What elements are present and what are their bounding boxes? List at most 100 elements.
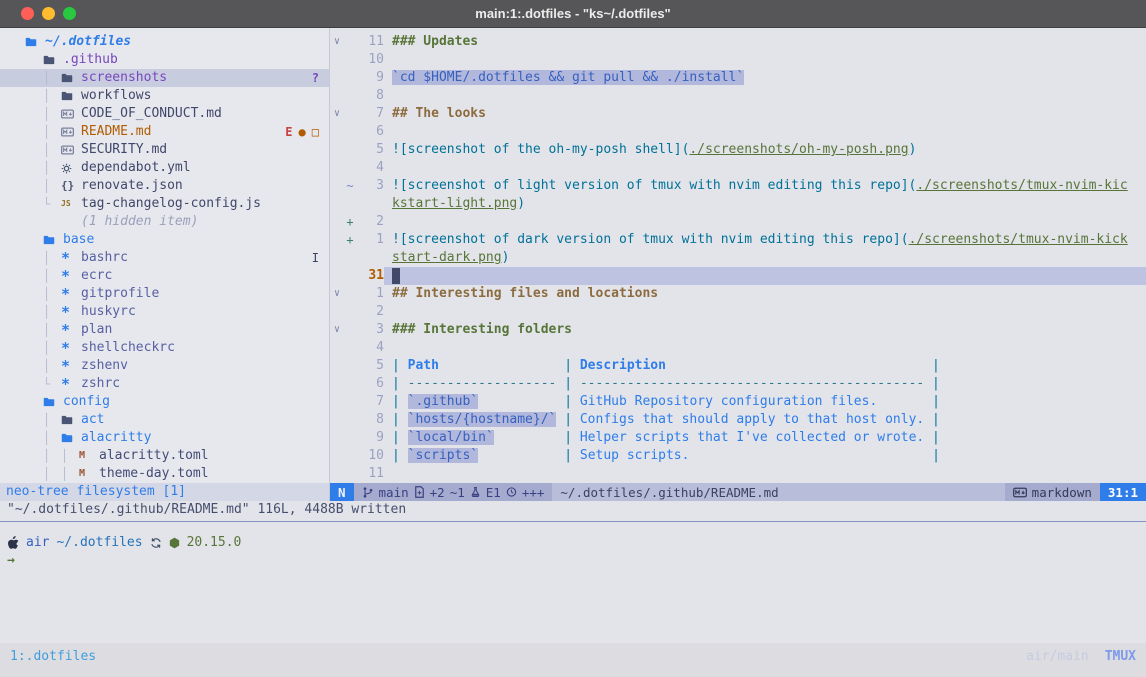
editor-line[interactable]: 5| Path | Description | (330, 357, 1146, 375)
tree-guide: │ (43, 141, 61, 159)
line-number: 8 (356, 411, 384, 429)
editor-line-text: | `.github` | GitHub Repository configur… (384, 393, 1146, 411)
tree-item[interactable]: │*shellcheckrc (0, 339, 329, 357)
editor-line[interactable]: 8 (330, 87, 1146, 105)
git-sign-column (344, 321, 356, 339)
tree-item[interactable]: │alacritty (0, 429, 329, 447)
editor-line-text: | `hosts/{hostname}/` | Configs that sho… (384, 411, 1146, 429)
tree-guide: │ (61, 465, 79, 483)
tree-guide: └ (43, 195, 61, 213)
git-sign-column: + (344, 231, 356, 249)
tree-item[interactable]: │*bashrcI (0, 249, 329, 267)
editor-line[interactable]: ~3![screenshot of light version of tmux … (330, 177, 1146, 195)
tree-item-label: base (63, 231, 94, 249)
markdown-file-icon (61, 127, 77, 137)
markdown-file-icon (61, 109, 77, 119)
editor-line[interactable]: 11 (330, 465, 1146, 483)
editor-line-text: ### Interesting folders (384, 321, 1146, 339)
editor-buffer[interactable]: ∨11### Updates109`cd $HOME/.dotfiles && … (330, 28, 1146, 483)
tree-item-label: bashrc (81, 249, 128, 267)
tree-item[interactable]: │workflows (0, 87, 329, 105)
tree-item[interactable]: └*zshrc (0, 375, 329, 393)
tree-item[interactable]: ││Malacritty.toml (0, 447, 329, 465)
titlebar: main:1:.dotfiles - "ks~/.dotfiles" (0, 0, 1146, 28)
tree-item[interactable]: │*zshenv (0, 357, 329, 375)
shell-pane[interactable]: air ~/.dotfiles 20.15.0 → (0, 524, 1146, 643)
tree-item[interactable]: │*gitprofile (0, 285, 329, 303)
editor-line[interactable]: 6 (330, 123, 1146, 141)
editor-line[interactable]: 8| `hosts/{hostname}/` | Configs that sh… (330, 411, 1146, 429)
editor-line[interactable]: 4 (330, 339, 1146, 357)
fold-chevron-icon[interactable]: ∨ (330, 33, 344, 51)
tree-item[interactable]: │CODE_OF_CONDUCT.md (0, 105, 329, 123)
text-segment: Configs that should apply to that host o… (580, 412, 924, 427)
close-button[interactable] (21, 7, 34, 20)
editor-line[interactable]: 6| ------------------- | ---------------… (330, 375, 1146, 393)
tmux-window-tab[interactable]: 1:.dotfiles (10, 649, 96, 664)
line-number: 8 (356, 87, 384, 105)
editor-line[interactable]: 10 (330, 51, 1146, 69)
folder-closed-icon (61, 73, 77, 83)
editor-line[interactable]: 4 (330, 159, 1146, 177)
tree-item[interactable]: │act (0, 411, 329, 429)
text-segment: | (556, 412, 579, 427)
editor-line[interactable]: 9`cd $HOME/.dotfiles && git pull && ./in… (330, 69, 1146, 87)
editor-line[interactable]: 10| `scripts` | Setup scripts. | (330, 447, 1146, 465)
editor-line[interactable]: +2 (330, 213, 1146, 231)
tree-item[interactable]: config (0, 393, 329, 411)
js-icon: JS (61, 195, 77, 213)
text-segment (666, 358, 924, 373)
editor-line[interactable]: ∨3### Interesting folders (330, 321, 1146, 339)
prompt-arrow: → (7, 552, 1146, 570)
tree-item[interactable]: │README.mdE●□ (0, 123, 329, 141)
git-sign-column: + (344, 213, 356, 231)
editor-line-text (384, 51, 1146, 69)
minimize-button[interactable] (42, 7, 55, 20)
text-segment: ### Updates (392, 34, 478, 49)
git-sign-column (344, 447, 356, 465)
tree-item[interactable]: │{}renovate.json (0, 177, 329, 195)
tree-item[interactable]: ~/.dotfiles (0, 33, 329, 51)
node-icon (169, 537, 180, 549)
tree-guide: │ (43, 357, 61, 375)
text-segment: | (924, 376, 940, 391)
statusline: N main +2 ~1 E1 +++ ~/.dotfiles/.github/… (330, 483, 1146, 501)
tmux-label: TMUX (1105, 649, 1136, 664)
line-number: 7 (356, 105, 384, 123)
prompt-cwd: ~/.dotfiles (56, 534, 142, 552)
editor-line[interactable]: 7| `.github` | GitHub Repository configu… (330, 393, 1146, 411)
line-number: 4 (356, 159, 384, 177)
text-segment: ) (502, 250, 510, 265)
tree-item[interactable]: │SECURITY.md (0, 141, 329, 159)
tree-item[interactable]: .github (0, 51, 329, 69)
text-segment (494, 430, 557, 445)
editor-line[interactable]: kstart-light.png) (330, 195, 1146, 213)
status-badge: ● (299, 123, 306, 141)
editor-line[interactable]: ∨11### Updates (330, 33, 1146, 51)
editor-line[interactable]: start-dark.png) (330, 249, 1146, 267)
text-segment: | (924, 394, 940, 409)
fold-chevron-icon[interactable]: ∨ (330, 105, 344, 123)
editor-line[interactable]: ∨1## Interesting files and locations (330, 285, 1146, 303)
tree-item[interactable]: │*plan (0, 321, 329, 339)
tree-item[interactable]: │*ecrc (0, 267, 329, 285)
tree-item[interactable]: │dependabot.yml (0, 159, 329, 177)
tree-item[interactable]: base (0, 231, 329, 249)
tree-item[interactable]: └JStag-changelog-config.js (0, 195, 329, 213)
tree-item[interactable]: (1 hidden item) (0, 213, 329, 231)
editor-line[interactable]: 9| `local/bin` | Helper scripts that I'v… (330, 429, 1146, 447)
editor-line[interactable]: 5![screenshot of the oh-my-posh shell](.… (330, 141, 1146, 159)
fold-chevron-icon[interactable]: ∨ (330, 285, 344, 303)
editor-line[interactable]: ∨7## The looks (330, 105, 1146, 123)
editor-line[interactable]: 2 (330, 303, 1146, 321)
tree-item-badges: ? (312, 69, 319, 87)
tree-item[interactable]: ││Mtheme-day.toml (0, 465, 329, 483)
tree-guide: │ (43, 465, 61, 483)
zoom-button[interactable] (63, 7, 76, 20)
text-segment: | (392, 448, 408, 463)
editor-line[interactable]: +1![screenshot of dark version of tmux w… (330, 231, 1146, 249)
fold-chevron-icon[interactable]: ∨ (330, 321, 344, 339)
editor-line[interactable]: 31 (330, 267, 1146, 285)
tree-item[interactable]: │*huskyrc (0, 303, 329, 321)
tree-item[interactable]: │screenshots? (0, 69, 329, 87)
